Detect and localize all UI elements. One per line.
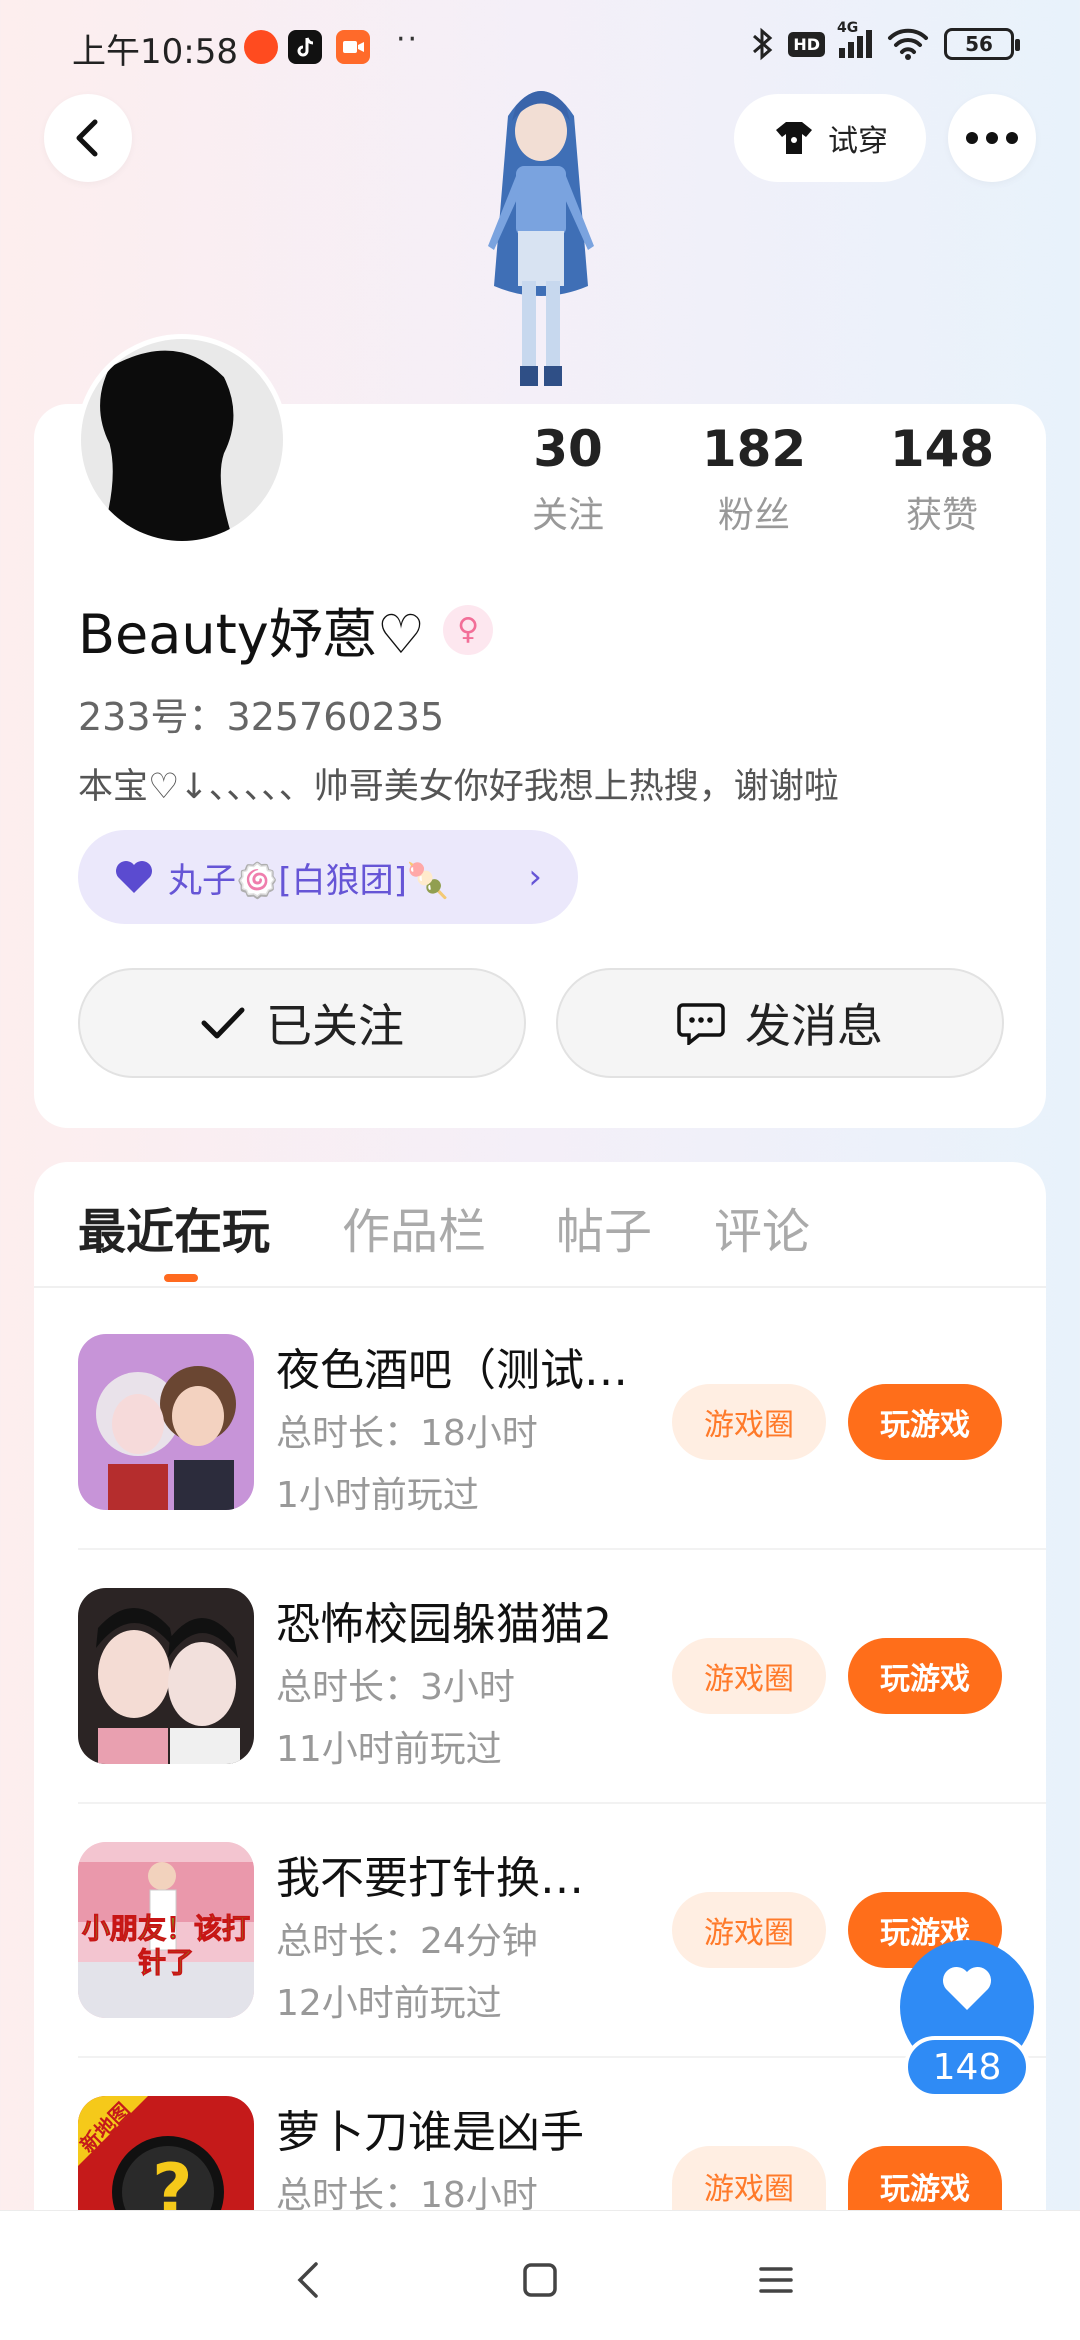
- svg-text:?: ?: [152, 2149, 193, 2210]
- play-game-button[interactable]: 玩游戏: [848, 2146, 1002, 2210]
- app-notification-icon: [244, 30, 278, 64]
- row-divider: [78, 1802, 1046, 1804]
- bluetooth-icon: [753, 27, 773, 61]
- game-title[interactable]: 萝卜刀谁是凶手: [276, 2096, 656, 2160]
- back-button[interactable]: [44, 94, 132, 182]
- hd-badge: HD: [788, 31, 825, 57]
- following-count: 30: [533, 420, 603, 478]
- signal-icon: 4G: [837, 20, 872, 58]
- status-icons: HD 4G 56: [750, 20, 1020, 62]
- row-divider: [78, 2056, 1046, 2058]
- fans-label: 粉丝: [717, 495, 790, 536]
- stat-following[interactable]: 30 关注: [498, 420, 638, 538]
- play-game-button[interactable]: 玩游戏: [848, 1384, 1002, 1460]
- game-last-played: 11小时前玩过: [276, 1729, 502, 1770]
- checkmark-icon: [201, 1007, 245, 1039]
- tiktok-icon: [288, 30, 322, 64]
- more-notifications-indicator: ··: [396, 22, 420, 57]
- network-type: 4G: [837, 20, 859, 36]
- nav-home-button[interactable]: [510, 2250, 570, 2310]
- video-app-icon: [336, 30, 370, 64]
- nav-back-icon: [297, 2262, 318, 2298]
- wifi-icon: [888, 28, 928, 60]
- avatar-figure[interactable]: [448, 76, 634, 406]
- nav-recents-button[interactable]: [746, 2250, 806, 2310]
- nav-back-button[interactable]: [278, 2250, 338, 2310]
- tab-recently-played[interactable]: 最近在玩: [78, 1192, 270, 1262]
- followed-label: 已关注: [266, 999, 404, 1053]
- game-circle-button[interactable]: 游戏圈: [672, 2146, 826, 2210]
- game-last-played: 12小时前玩过: [276, 1983, 502, 2024]
- stat-fans[interactable]: 182 粉丝: [684, 420, 824, 538]
- game-icon[interactable]: [78, 1334, 254, 1510]
- try-on-button[interactable]: 试穿: [734, 94, 926, 182]
- avatar[interactable]: [76, 334, 288, 546]
- ellipsis-icon: [966, 132, 1018, 144]
- row-divider: [78, 1548, 1046, 1550]
- game-icon[interactable]: [78, 1588, 254, 1764]
- nav-menu-icon: [759, 2267, 793, 2293]
- guild-chip[interactable]: 丸子🍥[白狼团]🍡 ›: [78, 830, 578, 924]
- tab-divider: [34, 1286, 1046, 1288]
- following-label: 关注: [531, 495, 604, 536]
- more-options-button[interactable]: [948, 94, 1036, 182]
- game-icon[interactable]: ? 新地图: [78, 2096, 254, 2210]
- stat-likes[interactable]: 148 获赞: [872, 420, 1012, 538]
- chevron-left-icon: [76, 119, 98, 157]
- game-duration: 总时长：3小时: [276, 1667, 515, 1708]
- send-message-button[interactable]: 发消息: [556, 968, 1004, 1078]
- chevron-right-icon: ›: [528, 857, 542, 897]
- status-time: 上午10:58: [72, 32, 238, 72]
- game-duration: 总时长：18小时: [276, 1413, 538, 1454]
- tab-comments[interactable]: 评论: [714, 1192, 810, 1262]
- likes-label: 获赞: [905, 495, 978, 536]
- heart-icon: [942, 1966, 992, 2010]
- game-circle-button[interactable]: 游戏圈: [672, 1384, 826, 1460]
- nav-home-icon: [523, 2263, 557, 2297]
- game-duration: 总时长：18小时: [276, 2175, 538, 2210]
- active-tab-indicator: [164, 1274, 198, 1282]
- female-gender-icon: ♀: [443, 604, 494, 655]
- guild-name: 丸子🍥[白狼团]🍡: [168, 860, 450, 901]
- game-icon-text: 小朋友！该打针了: [82, 1912, 251, 1980]
- message-label: 发消息: [745, 999, 883, 1053]
- battery-indicator: 56: [944, 28, 1020, 60]
- game-title[interactable]: 我不要打针换…: [276, 1842, 656, 1906]
- play-game-button[interactable]: 玩游戏: [848, 1638, 1002, 1714]
- tab-works[interactable]: 作品栏: [342, 1192, 486, 1262]
- fans-count: 182: [701, 420, 807, 478]
- bio: 本宝♡↓、、、、、帅哥美女你好我想上热搜，谢谢啦: [78, 767, 839, 807]
- nickname: Beauty妤蒽♡: [78, 603, 426, 666]
- game-icon[interactable]: 小朋友！该打针了: [78, 1842, 254, 2018]
- game-last-played: 1小时前玩过: [276, 1475, 479, 1516]
- game-circle-button[interactable]: 游戏圈: [672, 1892, 826, 1968]
- try-on-label: 试穿: [828, 124, 888, 159]
- game-circle-button[interactable]: 游戏圈: [672, 1638, 826, 1714]
- like-count-badge: 148: [904, 2036, 1030, 2098]
- heart-icon: [116, 861, 152, 893]
- user-id: 233号：325760235: [78, 695, 445, 739]
- game-title[interactable]: 夜色酒吧（测试…: [276, 1334, 656, 1398]
- game-duration: 总时长：24分钟: [276, 1921, 538, 1962]
- tshirt-icon: [776, 122, 812, 154]
- nickname-row: Beauty妤蒽♡ ♀: [78, 590, 494, 669]
- likes-count: 148: [889, 420, 995, 478]
- followed-button[interactable]: 已关注: [78, 968, 526, 1078]
- game-title[interactable]: 恐怖校园躲猫猫2: [276, 1588, 656, 1652]
- tab-posts[interactable]: 帖子: [556, 1192, 652, 1262]
- chat-bubble-icon: [677, 1003, 725, 1045]
